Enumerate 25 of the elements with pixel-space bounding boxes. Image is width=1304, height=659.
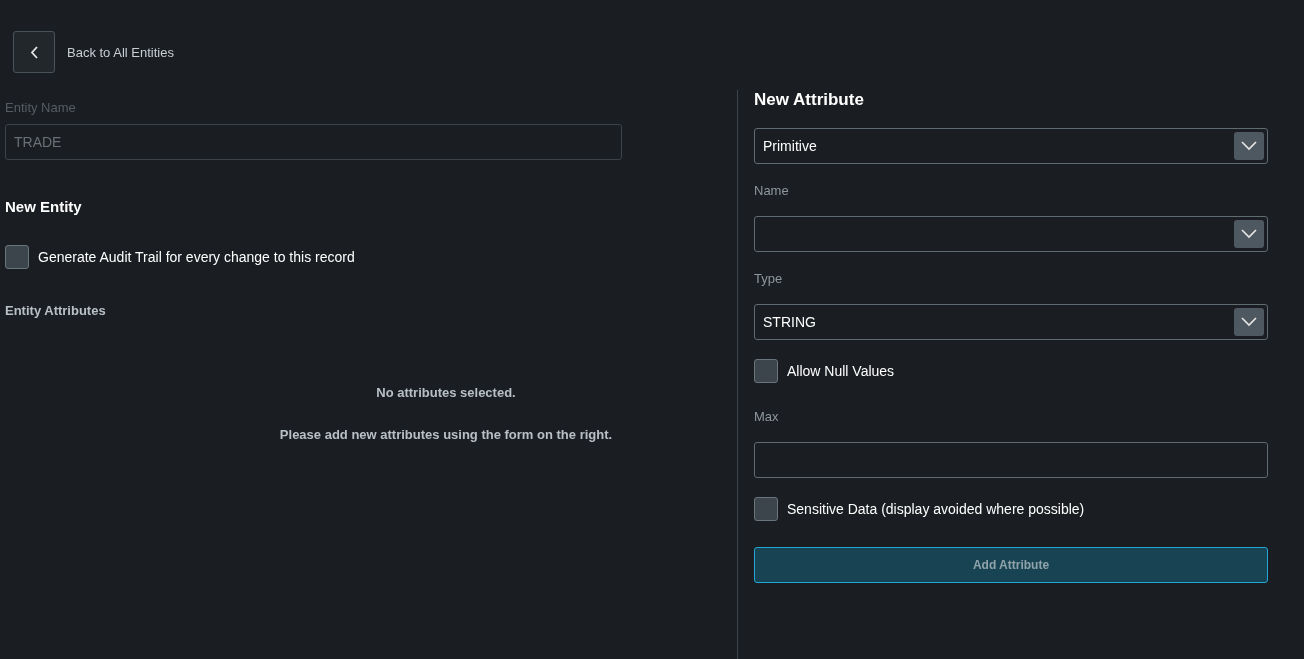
- checkbox[interactable]: [754, 359, 778, 383]
- dropdown[interactable]: Primitive: [754, 128, 1268, 164]
- back-button[interactable]: [13, 31, 55, 73]
- dropdown[interactable]: [754, 216, 1268, 252]
- checkbox[interactable]: [5, 245, 29, 269]
- chevron-down-icon: [1241, 317, 1257, 327]
- chevron-down-icon: [1241, 229, 1257, 239]
- field-label: Max: [754, 409, 780, 424]
- back-link[interactable]: Back to All Entities: [67, 44, 174, 60]
- empty-message: Please add new attributes using the form on the right.: [279, 427, 613, 442]
- section-title: New Entity: [5, 198, 83, 215]
- field-label: Entity Name: [5, 100, 77, 115]
- panel-title: New Attribute: [754, 90, 865, 110]
- checkbox-label: Generate Audit Trail for every change to this record: [38, 249, 355, 265]
- input-field[interactable]: [754, 442, 1268, 478]
- empty-message: No attributes selected.: [376, 385, 516, 400]
- field-label: Name: [754, 183, 790, 198]
- chevron-down-icon: [1241, 141, 1257, 151]
- field-label: Type: [754, 271, 784, 286]
- section-heading: Entity Attributes: [5, 303, 107, 318]
- dropdown[interactable]: STRING: [754, 304, 1268, 340]
- checkbox[interactable]: [754, 497, 778, 521]
- checkbox-label: Sensitive Data (display avoided where possible): [787, 501, 1085, 517]
- checkbox-label: Allow Null Values: [787, 363, 895, 379]
- chevron-left-icon: [30, 45, 38, 59]
